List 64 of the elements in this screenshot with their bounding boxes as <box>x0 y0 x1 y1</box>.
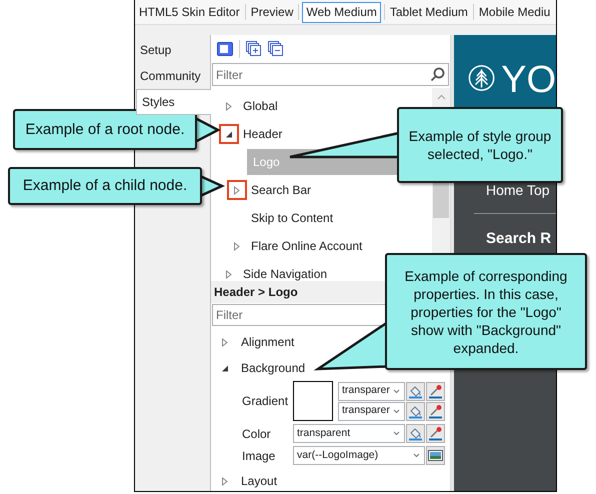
eyedropper-button[interactable] <box>426 382 445 400</box>
collapsed-arrow-icon[interactable] <box>225 102 233 110</box>
tab[interactable]: Mobile Mediu <box>476 2 552 22</box>
field-label: Color <box>242 426 272 442</box>
brand-text: YO <box>501 61 556 99</box>
search-results-heading: Search R <box>486 229 552 249</box>
tree-item[interactable]: Global <box>239 93 282 119</box>
collapsed-arrow-icon[interactable] <box>233 242 241 250</box>
callout-tooltip: Example of corresponding properties. In this case, properties for the "Logo" show with "Background" expanded. <box>385 253 587 370</box>
filter-field[interactable]: Filter <box>212 63 449 86</box>
collapsed-arrow-icon[interactable] <box>221 338 229 346</box>
search-icon[interactable] <box>430 67 445 82</box>
breadcrumb: Header > Logo <box>214 284 298 301</box>
eyedropper-icon <box>428 426 443 441</box>
dropdown[interactable]: var(--LogoImage) <box>293 446 425 465</box>
side-tab[interactable]: Styles <box>136 89 211 115</box>
eyedropper-icon <box>428 404 443 418</box>
tree-item[interactable]: Side Navigation <box>239 261 332 281</box>
paint-bucket-icon <box>408 404 423 418</box>
caret-icon <box>413 453 420 458</box>
fill-color-button[interactable] <box>406 424 425 443</box>
side-tab[interactable]: Setup <box>135 37 210 63</box>
paint-bucket-icon <box>408 426 423 441</box>
caret-icon <box>393 431 400 436</box>
gradient-preview <box>293 381 333 421</box>
callout-tooltip: Example of style group selected, "Logo." <box>397 107 563 183</box>
caret-icon <box>393 388 400 394</box>
image-button[interactable] <box>426 446 445 465</box>
fill-color-button[interactable] <box>406 382 425 400</box>
expand-all-icon[interactable] <box>246 41 262 57</box>
tab[interactable]: HTML5 Skin Editor <box>137 2 242 22</box>
dropdown[interactable]: transparent <box>293 424 405 443</box>
filter-input: Filter <box>216 66 430 84</box>
property-group[interactable]: Background <box>241 359 306 377</box>
side-tab[interactable]: Community <box>135 63 210 89</box>
panel-toggle-icon[interactable] <box>217 42 233 56</box>
collapsed-arrow-icon[interactable] <box>233 186 241 194</box>
collapsed-arrow-icon[interactable] <box>221 476 229 486</box>
property-group[interactable]: Alignment <box>241 333 294 351</box>
field-label: Gradient <box>242 393 290 410</box>
eyedropper-button[interactable] <box>426 402 445 420</box>
dropdown[interactable]: transparer <box>338 382 405 400</box>
nav-link[interactable]: Home Top <box>486 180 556 201</box>
eyedropper-button[interactable] <box>426 424 445 443</box>
expanded-arrow-icon[interactable] <box>221 364 229 372</box>
image-icon <box>428 448 443 463</box>
field-label: Image <box>242 448 276 464</box>
tree-item[interactable]: Search Bar <box>247 177 316 203</box>
caret-icon <box>393 408 400 414</box>
dropdown[interactable]: transparer <box>338 402 405 420</box>
collapse-all-icon[interactable] <box>268 41 284 57</box>
fill-color-button[interactable] <box>406 402 425 420</box>
tab[interactable]: Preview <box>248 2 296 22</box>
property-group[interactable]: Layout <box>241 472 278 490</box>
paint-bucket-icon <box>408 384 423 398</box>
scroll-up-icon[interactable] <box>436 94 446 100</box>
collapsed-arrow-icon[interactable] <box>225 270 233 278</box>
tree-item[interactable]: Flare Online Account <box>247 233 366 259</box>
tree-item[interactable]: Skip to Content <box>247 205 338 231</box>
tab[interactable]: Web Medium <box>302 2 381 22</box>
tree-item[interactable]: Header <box>239 121 286 147</box>
eyedropper-icon <box>428 384 443 398</box>
expanded-arrow-icon[interactable] <box>225 130 233 138</box>
tab[interactable]: Tablet Medium <box>388 2 470 22</box>
